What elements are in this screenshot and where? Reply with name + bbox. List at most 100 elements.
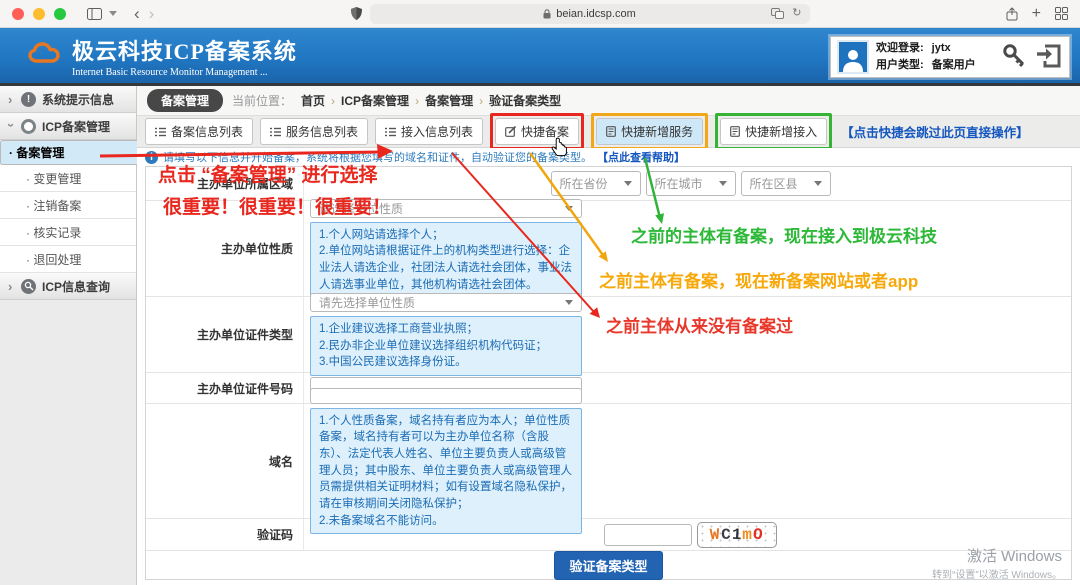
back-icon[interactable]: ‹: [134, 5, 140, 22]
tab-bar: 备案信息列表 服务信息列表 接入信息列表 快捷备案: [137, 116, 1080, 148]
captcha-char: W: [710, 525, 722, 544]
reload-icon[interactable]: ↻: [792, 8, 801, 19]
select-arrow-icon: [719, 181, 727, 186]
sidebar-toggle-icon[interactable]: [87, 8, 102, 20]
manage-icon: [21, 119, 36, 134]
province-select[interactable]: 所在省份: [551, 171, 641, 196]
help-link[interactable]: 【点此查看帮助】: [597, 149, 685, 165]
captcha-char: m: [742, 526, 753, 544]
logout-icon[interactable]: [1035, 42, 1063, 73]
breadcrumb: 备案管理 当前位置： 首页 › ICP备案管理 › 备案管理 › 验证备案类型: [137, 86, 1080, 116]
quick-beian-highlight-box: 快捷备案: [490, 113, 584, 150]
select-arrow-icon: [814, 181, 822, 186]
tab-service-info-list[interactable]: 服务信息列表: [260, 118, 368, 145]
collapse-arrow-icon: ›: [8, 92, 15, 107]
district-placeholder: 所在区县: [750, 175, 798, 192]
cert-type-label: 主办单位证件类型: [146, 297, 304, 372]
usertype-value: 备案用户: [932, 57, 988, 74]
window-minimize-button[interactable]: [33, 8, 45, 20]
new-tab-icon[interactable]: +: [1032, 6, 1041, 22]
tab-label: 服务信息列表: [286, 123, 358, 140]
domain-tipbox: 1.个人性质备案，域名持有者应为本人；单位性质备案，域名持有者可以为主办单位名称…: [310, 408, 582, 535]
list-icon: [270, 127, 281, 137]
breadcrumb-separator: ›: [479, 94, 483, 108]
tip-line: 1.个人网站请选择个人；: [319, 227, 573, 244]
select-arrow-icon: [565, 300, 573, 305]
page-title-badge: 备案管理: [147, 89, 223, 112]
tab-label: 快捷新增接入: [745, 123, 817, 140]
captcha-input[interactable]: [604, 524, 692, 546]
district-select[interactable]: 所在区县: [741, 171, 831, 196]
quick-tabs-note: 【点击快捷会跳过此页直接操作】: [841, 122, 1029, 141]
tab-quick-add-access[interactable]: 快捷新增接入: [720, 118, 827, 145]
captcha-label: 验证码: [146, 519, 304, 550]
url-text: beian.idcsp.com: [556, 8, 636, 20]
tab-access-info-list[interactable]: 接入信息列表: [375, 118, 483, 145]
tab-label: 快捷新增服务: [621, 123, 693, 140]
breadcrumb-current: 验证备案类型: [489, 92, 561, 109]
address-bar[interactable]: beian.idcsp.com ↻: [370, 4, 810, 24]
info-icon: i: [145, 151, 158, 164]
tip-line: 2.民办非企业单位建议选择组织机构代码证；: [319, 338, 573, 355]
sidebar-item-verify-record[interactable]: · 核实记录: [0, 219, 136, 246]
chevron-down-icon[interactable]: [109, 11, 117, 16]
captcha-image[interactable]: W C 1 m O: [697, 522, 777, 548]
usertype-label: 用户类型:: [876, 59, 924, 71]
tab-beian-info-list[interactable]: 备案信息列表: [145, 118, 253, 145]
tab-overview-icon[interactable]: [1055, 7, 1068, 20]
breadcrumb-link-icp[interactable]: ICP备案管理: [341, 92, 409, 109]
city-select[interactable]: 所在城市: [646, 171, 736, 196]
sidebar: › ! 系统提示信息 › ICP备案管理 · 备案管理 · 变更管理 · 注销备…: [0, 86, 137, 585]
tab-quick-add-service[interactable]: 快捷新增服务: [596, 118, 703, 145]
select-arrow-icon: [624, 181, 632, 186]
app-header: 极云科技ICP备案系统 Internet Basic Resource Moni…: [0, 28, 1080, 86]
annotation-green-note: 之前的主体有备案，现在接入到极云科技: [631, 222, 937, 247]
domain-label: 域名: [146, 404, 304, 518]
window-zoom-button[interactable]: [54, 8, 66, 20]
avatar: [837, 40, 869, 74]
sidebar-item-return-process[interactable]: · 退回处理: [0, 246, 136, 273]
document-icon: [730, 126, 740, 137]
quick-add-service-highlight-box: 快捷新增服务: [591, 113, 708, 150]
captcha-char: C: [721, 526, 732, 544]
tip-line: 1.企业建议选择工商营业执照；: [319, 321, 573, 338]
captcha-char: O: [752, 525, 764, 544]
sidebar-group-label: 系统提示信息: [42, 91, 114, 108]
tab-quick-beian[interactable]: 快捷备案: [495, 118, 579, 145]
breadcrumb-link-beian[interactable]: 备案管理: [425, 92, 473, 109]
tab-label: 接入信息列表: [401, 123, 473, 140]
list-icon: [155, 127, 166, 137]
logo-cloud-icon: [28, 40, 62, 71]
sidebar-group-label: ICP备案管理: [42, 118, 110, 135]
window-close-button[interactable]: [12, 8, 24, 20]
verify-beian-type-button[interactable]: 验证备案类型: [554, 551, 662, 580]
annotation-click-tip: 点击 “备案管理” 进行选择: [158, 160, 378, 187]
sidebar-group-system-messages[interactable]: › ! 系统提示信息: [0, 86, 136, 113]
cert-type-tipbox: 1.企业建议选择工商营业执照； 2.民办非企业单位建议选择组织机构代码证； 3.…: [310, 316, 582, 376]
sidebar-item-label: · 核实记录: [26, 224, 81, 241]
collapse-arrow-icon: ›: [8, 279, 15, 294]
breadcrumb-link-home[interactable]: 首页: [301, 92, 325, 109]
alert-icon: !: [21, 92, 36, 107]
sidebar-group-icp-manage[interactable]: › ICP备案管理: [0, 113, 136, 140]
share-icon[interactable]: [1006, 7, 1018, 21]
change-password-key-icon[interactable]: [1001, 42, 1027, 73]
forward-icon[interactable]: ›: [149, 5, 155, 22]
sidebar-item-cancel-beian[interactable]: · 注销备案: [0, 192, 136, 219]
tip-line: 1.个人性质备案，域名持有者应为本人；单位性质备案，域名持有者可以为主办单位名称…: [319, 413, 573, 513]
quick-add-access-highlight-box: 快捷新增接入: [715, 113, 832, 150]
watermark-line2: 转到“设置”以激活 Windows。: [932, 566, 1062, 581]
translate-icon[interactable]: [771, 8, 784, 19]
breadcrumb-separator: ›: [415, 94, 419, 108]
welcome-username: jytx: [932, 40, 988, 57]
annotation-red-note: 之前主体从来没有备案过: [606, 312, 793, 337]
screen: ‹ › beian.idcsp.com ↻ +: [0, 0, 1080, 585]
nature-tipbox: 1.个人网站请选择个人； 2.单位网站请根据证件上的机构类型进行选择：企业法人请…: [310, 222, 582, 299]
cert-type-select[interactable]: 请先选择单位性质: [310, 293, 582, 312]
province-placeholder: 所在省份: [560, 175, 608, 192]
domain-input[interactable]: [310, 388, 582, 404]
sidebar-item-change-manage[interactable]: · 变更管理: [0, 165, 136, 192]
sidebar-item-label: · 退回处理: [26, 251, 81, 268]
sidebar-group-icp-query[interactable]: › ICP信息查询: [0, 273, 136, 300]
shield-icon[interactable]: [351, 7, 362, 20]
